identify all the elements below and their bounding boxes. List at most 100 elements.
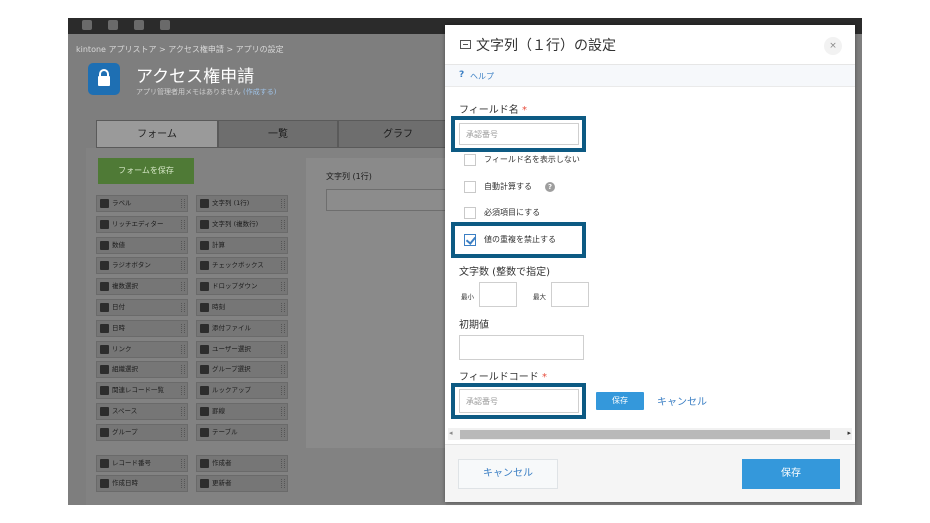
default-value-input[interactable] [459, 335, 584, 360]
palette-item[interactable]: ラベル [96, 195, 188, 212]
palette-item[interactable]: ラジオボタン [96, 257, 188, 275]
save-button[interactable]: 保存 [742, 459, 840, 489]
palette-item[interactable]: 関連レコード一覧 [96, 382, 188, 400]
palette-item[interactable]: スペース [96, 403, 188, 420]
drag-handle-icon[interactable] [181, 344, 185, 354]
help-link[interactable]: ヘルプ [470, 71, 494, 82]
hide-name-checkbox[interactable] [464, 154, 476, 166]
breadcrumb[interactable]: kintone アプリストア > アクセス権申請 > アプリの設定 [76, 44, 284, 55]
menu-icon[interactable] [82, 20, 92, 30]
drag-handle-icon[interactable] [281, 386, 285, 396]
palette-item-label: 日時 [112, 323, 125, 332]
palette-item[interactable]: リッチエディター [96, 215, 188, 233]
drag-handle-icon[interactable] [181, 199, 185, 208]
calc-icon [200, 240, 209, 250]
tab-list[interactable]: 一覧 [218, 120, 338, 148]
drag-handle-icon[interactable] [281, 240, 285, 250]
close-icon[interactable]: × [824, 37, 842, 55]
drag-handle-icon[interactable] [181, 386, 185, 396]
palette-item[interactable]: 時刻 [196, 299, 288, 316]
max-input[interactable] [551, 282, 589, 307]
form-save-button[interactable]: フォームを保存 [98, 158, 194, 184]
palette-item[interactable]: 作成日時 [96, 475, 188, 493]
required-checkbox[interactable] [464, 207, 476, 219]
drag-handle-icon[interactable] [281, 427, 285, 437]
scroll-thumb[interactable] [460, 430, 830, 439]
home-icon[interactable] [108, 20, 118, 30]
drag-handle-icon[interactable] [181, 458, 185, 468]
field-name-input[interactable] [459, 123, 579, 145]
field-code-label-text: フィールドコード [459, 372, 539, 383]
palette-item[interactable]: 罫線 [196, 403, 288, 420]
drag-handle-icon[interactable] [281, 323, 285, 333]
palette-item[interactable]: 日時 [96, 319, 188, 337]
star-icon[interactable] [160, 20, 170, 30]
palette-item[interactable]: グループ [96, 423, 188, 441]
palette-item[interactable]: 組織選択 [96, 361, 188, 379]
time-icon [200, 303, 209, 312]
drag-handle-icon[interactable] [281, 407, 285, 416]
unique-checkbox[interactable] [464, 234, 476, 246]
drag-handle-icon[interactable] [181, 365, 185, 375]
palette-item[interactable]: 文字列 (複数行) [196, 215, 288, 233]
field-name-label: フィールド名 * [459, 101, 527, 116]
field-code-save-button[interactable]: 保存 [596, 392, 644, 410]
palette-item[interactable]: 更新者 [196, 475, 288, 493]
cancel-button[interactable]: キャンセル [458, 459, 558, 489]
drag-handle-icon[interactable] [181, 303, 185, 312]
min-input[interactable] [479, 282, 517, 307]
drag-handle-icon[interactable] [281, 303, 285, 312]
palette-item[interactable]: ユーザー選択 [196, 340, 288, 358]
drag-handle-icon[interactable] [281, 365, 285, 375]
horizontal-scrollbar[interactable]: ◂ ▸ [448, 428, 852, 440]
drag-handle-icon[interactable] [281, 479, 285, 489]
help-icon[interactable]: ? [459, 70, 464, 80]
drag-handle-icon[interactable] [181, 240, 185, 250]
palette-item-label: 関連レコード一覧 [112, 386, 164, 395]
app-title: アクセス権申請 [136, 67, 255, 87]
drag-handle-icon[interactable] [281, 458, 285, 468]
multi-select-icon [100, 282, 109, 292]
palette-item[interactable]: テーブル [196, 423, 288, 441]
tab-form[interactable]: フォーム [96, 120, 218, 148]
palette-item[interactable]: リンク [96, 340, 188, 358]
drag-handle-icon[interactable] [281, 199, 285, 208]
field-code-cancel-link[interactable]: キャンセル [657, 393, 707, 408]
memo-create-link[interactable]: (作成する) [243, 88, 276, 96]
required-mark-code: * [542, 372, 547, 383]
drag-handle-icon[interactable] [281, 219, 285, 229]
canvas-field[interactable] [326, 189, 446, 211]
palette-item[interactable]: ルックアップ [196, 382, 288, 400]
drag-handle-icon[interactable] [281, 282, 285, 292]
palette-item[interactable]: 計算 [196, 236, 288, 254]
drag-handle-icon[interactable] [281, 344, 285, 354]
palette-item[interactable]: チェックボックス [196, 257, 288, 275]
palette-item[interactable]: グループ選択 [196, 361, 288, 379]
drag-handle-icon[interactable] [281, 261, 285, 271]
palette-item[interactable]: レコード番号 [96, 454, 188, 472]
scroll-left-icon[interactable]: ◂ [449, 429, 453, 437]
palette-item[interactable]: 添付ファイル [196, 319, 288, 337]
drag-handle-icon[interactable] [181, 479, 185, 489]
field-code-input[interactable] [459, 389, 579, 413]
palette-item[interactable]: 複数選択 [96, 278, 188, 296]
bell-icon[interactable] [134, 20, 144, 30]
palette-item[interactable]: 数値 [96, 236, 188, 254]
auto-calc-help-icon[interactable]: ? [545, 182, 555, 192]
drag-handle-icon[interactable] [181, 427, 185, 437]
drag-handle-icon[interactable] [181, 323, 185, 333]
text-multi-icon [200, 219, 209, 229]
palette-item[interactable]: 作成者 [196, 454, 288, 472]
palette-item-label: 計算 [212, 240, 225, 249]
drag-handle-icon[interactable] [181, 219, 185, 229]
auto-calc-checkbox[interactable] [464, 181, 476, 193]
created-date-icon [100, 479, 109, 489]
scroll-right-icon[interactable]: ▸ [847, 429, 851, 437]
palette-item[interactable]: ドロップダウン [196, 278, 288, 296]
drag-handle-icon[interactable] [181, 407, 185, 416]
tab-graph[interactable]: グラフ [338, 120, 458, 148]
drag-handle-icon[interactable] [181, 261, 185, 271]
drag-handle-icon[interactable] [181, 282, 185, 292]
palette-item[interactable]: 日付 [96, 299, 188, 316]
palette-item[interactable]: 文字列 (1行) [196, 195, 288, 212]
